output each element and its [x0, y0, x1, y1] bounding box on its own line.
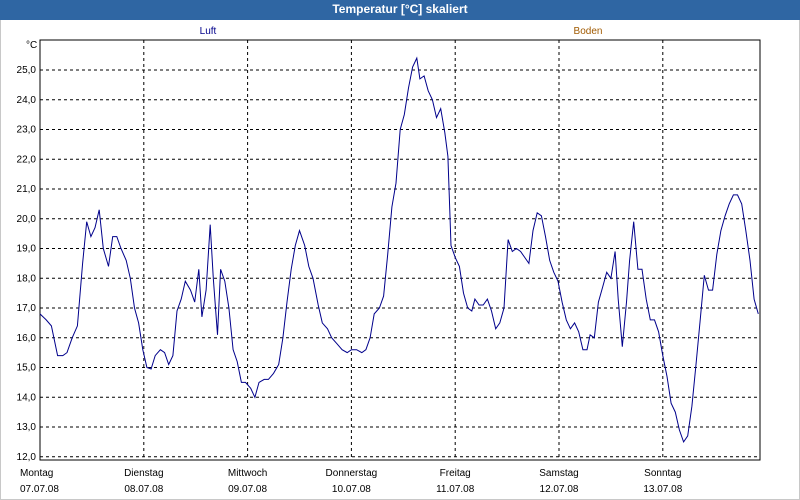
- y-tick-label: 18,0: [17, 273, 37, 284]
- x-tick-date: 10.07.08: [332, 484, 371, 495]
- y-tick-label: 15,0: [17, 363, 37, 374]
- y-tick-label: 14,0: [17, 392, 37, 403]
- x-tick-day: Freitag: [440, 468, 471, 479]
- x-tick-date: 08.07.08: [124, 484, 163, 495]
- y-tick-label: 16,0: [17, 333, 37, 344]
- x-tick-date: 09.07.08: [228, 484, 267, 495]
- x-tick-date: 13.07.08: [643, 484, 682, 495]
- y-tick-label: 24,0: [17, 95, 37, 106]
- y-tick-label: 21,0: [17, 184, 37, 195]
- x-tick-day: Samstag: [539, 468, 578, 479]
- x-tick-day: Dienstag: [124, 468, 163, 479]
- x-tick-date: 07.07.08: [20, 484, 59, 495]
- x-tick-day: Donnerstag: [326, 468, 378, 479]
- series-line-luft: [39, 56, 759, 443]
- y-tick-label: 20,0: [17, 214, 37, 225]
- x-tick-date: 12.07.08: [540, 484, 579, 495]
- legend-luft: Luft: [200, 26, 217, 37]
- y-tick-label: 12,0: [17, 452, 37, 463]
- y-tick-label: 13,0: [17, 422, 37, 433]
- y-tick-label: 25,0: [17, 65, 37, 76]
- y-tick-label: 23,0: [17, 125, 37, 136]
- x-tick-day: Mittwoch: [228, 468, 267, 479]
- y-tick-label: 19,0: [17, 244, 37, 255]
- y-axis-unit: °C: [26, 40, 37, 51]
- legend-boden: Boden: [574, 26, 603, 37]
- y-tick-label: 22,0: [17, 154, 37, 165]
- x-tick-date: 11.07.08: [436, 484, 475, 495]
- x-tick-day: Montag: [20, 468, 53, 479]
- y-tick-label: 17,0: [17, 303, 37, 314]
- temperature-chart: 25,0 24,0 23,0 22,0 21,0 20,0 19,0 18,0 17,0 16,0…: [17, 26, 761, 495]
- x-tick-day: Sonntag: [644, 468, 681, 479]
